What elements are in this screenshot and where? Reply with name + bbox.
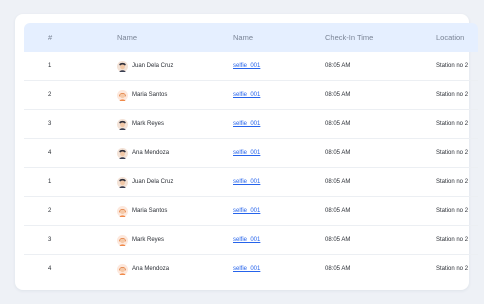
checkin-time: 08:05 AM (325, 179, 351, 185)
avatar-icon (117, 60, 128, 72)
table-row: 2 Maria Santos selfie_001 08:05 AM Station n… (24, 81, 478, 110)
avatar-icon (117, 205, 128, 217)
location: Station no 2 (436, 92, 469, 98)
location: Station no 2 (436, 121, 469, 127)
checkin-table-card: # Name Name Check-In Time Location 1 Juan… (15, 14, 478, 290)
person-cell: Maria Santos (117, 81, 167, 109)
row-number: 4 (48, 266, 52, 272)
file-cell: selfie_001 (233, 139, 260, 167)
person-cell: Ana Mendoza (117, 139, 169, 167)
checkin-time: 08:05 AM (325, 63, 351, 69)
table-row: 2 Maria Santos selfie_001 08:05 AM Station n… (24, 197, 478, 226)
checkin-time: 08:05 AM (325, 150, 351, 156)
checkin-time: 08:05 AM (325, 92, 351, 98)
person-name: Mark Reyes (132, 237, 165, 243)
person-cell: Mark Reyes (117, 110, 164, 138)
checkin-time: 08:05 AM (325, 237, 351, 243)
table-row: 1 Juan Dela Cruz selfie_001 08:05 AM Station… (24, 52, 478, 81)
checkin-table: # Name Name Check-In Time Location 1 Juan… (24, 23, 478, 283)
selfie-file-link[interactable]: selfie_001 (233, 150, 260, 156)
avatar-icon (117, 118, 128, 130)
file-cell: selfie_001 (233, 52, 260, 80)
header-checkin-time: Check-In Time (325, 33, 374, 42)
table-row: 4 Ana Mendoza selfie_001 08:05 AM Station no… (24, 139, 478, 168)
person-name: Maria Santos (132, 208, 168, 214)
location: Station no 2 (436, 63, 469, 69)
file-cell: selfie_001 (233, 197, 260, 225)
row-number: 3 (48, 237, 52, 243)
location: Station no 2 (436, 150, 469, 156)
file-cell: selfie_001 (233, 81, 260, 109)
header-location: Location (436, 33, 465, 42)
avatar-icon (117, 234, 128, 246)
row-number: 2 (48, 208, 52, 214)
selfie-file-link[interactable]: selfie_001 (233, 266, 260, 272)
row-number: 1 (48, 179, 52, 185)
selfie-file-link[interactable]: selfie_001 (233, 121, 260, 127)
file-cell: selfie_001 (233, 168, 260, 196)
selfie-file-link[interactable]: selfie_001 (233, 208, 260, 214)
table-row: 4 Ana Mendoza selfie_001 08:05 AM Station no… (24, 255, 478, 283)
location: Station no 2 (436, 179, 469, 185)
checkin-time: 08:05 AM (325, 208, 351, 214)
selfie-file-link[interactable]: selfie_001 (233, 92, 260, 98)
avatar-icon (117, 89, 128, 101)
person-cell: Juan Dela Cruz (117, 168, 173, 196)
table-row: 3 Mark Reyes selfie_001 08:05 AM Station no … (24, 110, 478, 139)
person-name: Ana Mendoza (132, 266, 170, 272)
table-header: # Name Name Check-In Time Location (24, 23, 478, 52)
person-name: Mark Reyes (132, 121, 165, 127)
location: Station no 2 (436, 266, 469, 272)
location: Station no 2 (436, 208, 469, 214)
person-name: Maria Santos (132, 92, 168, 98)
avatar-icon (117, 147, 128, 159)
table-row: 3 Mark Reyes selfie_001 08:05 AM Station no … (24, 226, 478, 255)
row-number: 1 (48, 63, 52, 69)
header-number: # (48, 33, 53, 42)
row-number: 2 (48, 92, 52, 98)
file-cell: selfie_001 (233, 226, 260, 254)
header-name: Name (117, 33, 138, 42)
checkin-time: 08:05 AM (325, 266, 351, 272)
person-name: Ana Mendoza (132, 150, 170, 156)
person-name: Juan Dela Cruz (132, 179, 174, 185)
person-name: Juan Dela Cruz (132, 63, 174, 69)
selfie-file-link[interactable]: selfie_001 (233, 63, 260, 69)
file-cell: selfie_001 (233, 255, 260, 283)
person-cell: Juan Dela Cruz (117, 52, 173, 80)
row-number: 4 (48, 150, 52, 156)
selfie-file-link[interactable]: selfie_001 (233, 179, 260, 185)
location: Station no 2 (436, 237, 469, 243)
avatar-icon (117, 263, 128, 275)
selfie-file-link[interactable]: selfie_001 (233, 237, 260, 243)
person-cell: Mark Reyes (117, 226, 164, 254)
checkin-time: 08:05 AM (325, 121, 351, 127)
person-cell: Ana Mendoza (117, 255, 169, 283)
table-body: 1 Juan Dela Cruz selfie_001 08:05 AM Station… (24, 52, 478, 283)
row-number: 3 (48, 121, 52, 127)
header-file-name: Name (233, 33, 254, 42)
person-cell: Maria Santos (117, 197, 167, 225)
file-cell: selfie_001 (233, 110, 260, 138)
avatar-icon (117, 176, 128, 188)
table-row: 1 Juan Dela Cruz selfie_001 08:05 AM Station… (24, 168, 478, 197)
